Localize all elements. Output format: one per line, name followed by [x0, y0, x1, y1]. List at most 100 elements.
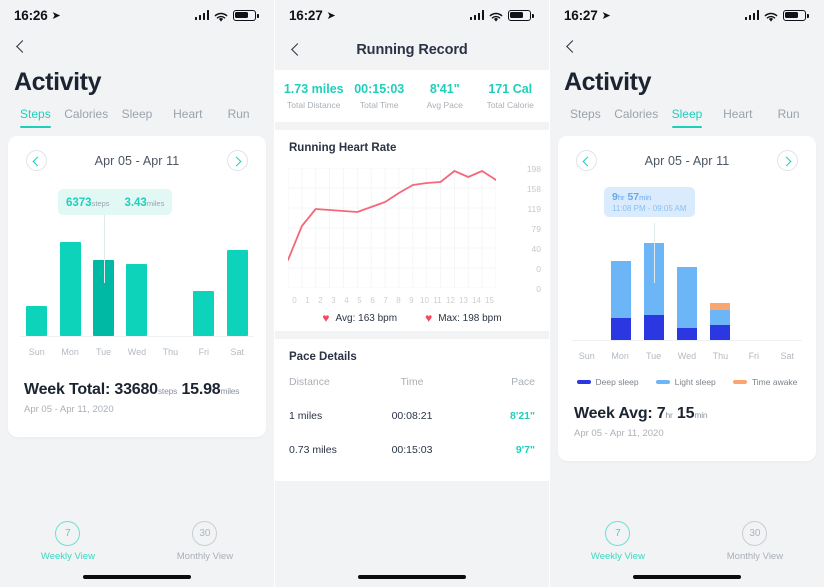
heart-rate-title: Running Heart Rate [289, 142, 397, 154]
steps-x-axis: Sun Mon Tue Wed Thu Fri Sat [20, 347, 254, 357]
stat-total-calorie-value: 171 Cal [488, 82, 533, 96]
steps-card: Apr 05 - Apr 11 6373steps 3.43miles Sun … [8, 136, 266, 437]
bar-column-mon[interactable] [605, 241, 638, 340]
y-tick-40: 40 [531, 244, 541, 254]
y-tick-0b: 0 [536, 284, 541, 294]
sleep-chart: 9hr 57min 11:08 PM - 09:05 AM Sun Mon Tu… [558, 175, 816, 371]
chevron-right-icon[interactable] [777, 150, 798, 171]
week-avg-prefix: Week Avg: [574, 405, 653, 422]
tooltip-miles-unit: miles [146, 199, 165, 208]
x-tick-3: 3 [331, 296, 336, 305]
phone-screen-steps: 16:26 ➤ Activity Steps Calories Sleep He… [0, 0, 275, 587]
monthly-view-button[interactable]: 30 Monthly View [727, 521, 783, 562]
heart-icon: ♥ [322, 311, 330, 325]
stat-total-time: 00:15:03 Total Time [347, 82, 413, 110]
weekly-view-button[interactable]: 7 Weekly View [41, 521, 95, 562]
week-selector: Apr 05 - Apr 11 [558, 136, 816, 175]
row-pace: 9'7" [515, 444, 535, 456]
sleep-legend: Deep sleep Light sleep Time awake [558, 371, 816, 399]
week-selector: Apr 05 - Apr 11 [8, 136, 266, 175]
bar-column-sat[interactable] [769, 241, 802, 340]
sleep-x-axis: Sun Mon Tue Wed Thu Fri Sat [570, 351, 804, 361]
monthly-view-button[interactable]: 30 Monthly View [177, 521, 233, 562]
heart-rate-line [288, 170, 496, 261]
back-chevron-icon[interactable] [564, 39, 580, 55]
nav-row: Running Record [275, 30, 549, 70]
tab-heart[interactable]: Heart [712, 107, 763, 128]
x-tick-4: 4 [344, 296, 349, 305]
seg-deep-thu [709, 325, 730, 340]
seg-light-wed [677, 266, 697, 329]
cellular-signal-icon [194, 10, 209, 20]
tab-run[interactable]: Run [763, 107, 814, 128]
status-time: 16:27 [289, 7, 323, 23]
bar-column-mon[interactable] [53, 235, 86, 336]
x-label-sat: Sat [230, 347, 244, 357]
bar-column-sat[interactable] [221, 235, 254, 336]
tab-heart[interactable]: Heart [162, 107, 213, 128]
seg-deep-wed [677, 328, 697, 340]
chevron-right-icon[interactable] [227, 150, 248, 171]
heart-rate-plot [288, 168, 496, 288]
week-range-label: Apr 05 - Apr 11 [644, 153, 730, 168]
bar-column-sun[interactable] [572, 241, 605, 340]
bar-column-thu[interactable] [154, 235, 187, 336]
pace-col-time: Time [400, 376, 424, 388]
phone-screen-sleep: 16:27 ➤ Activity Steps Calories Sleep He… [550, 0, 824, 587]
seg-deep-mon [611, 318, 632, 340]
bar-column-thu[interactable] [703, 241, 736, 340]
week-total-prefix: Week Total: [24, 381, 111, 398]
x-tick-14: 14 [472, 296, 481, 305]
wifi-icon [214, 10, 228, 22]
tab-steps[interactable]: Steps [560, 107, 611, 128]
tab-calories[interactable]: Calories [61, 107, 112, 128]
row-pace: 8'21" [510, 410, 535, 422]
sleep-tooltip-minutes: 57 [627, 191, 640, 203]
x-label-fri: Fri [748, 351, 760, 361]
nav-title: Running Record [356, 42, 468, 58]
stack-wed [677, 241, 697, 340]
y-tick-198: 198 [526, 164, 541, 174]
weekly-view-label: Weekly View [590, 551, 645, 562]
sleep-tooltip-duration: 9hr 57min [612, 191, 687, 203]
tab-sleep[interactable]: Sleep [112, 107, 163, 128]
y-tick-79: 79 [531, 224, 541, 234]
stack-mon [611, 241, 632, 340]
tab-steps[interactable]: Steps [10, 107, 61, 128]
bar-column-sun[interactable] [20, 235, 53, 336]
bar-sat [226, 250, 248, 336]
x-tick-13: 13 [459, 296, 468, 305]
stat-total-time-label: Total Time [359, 100, 399, 110]
weekly-view-button[interactable]: 7 Weekly View [591, 521, 645, 562]
row-time: 00:15:03 [391, 444, 433, 456]
week-avg-minutes: 15 [676, 405, 695, 422]
location-arrow-icon: ➤ [51, 9, 61, 22]
row-time: 00:08:21 [391, 410, 433, 422]
bar-column-wed[interactable] [120, 235, 153, 336]
stat-avg-pace-label: Avg Pace [426, 100, 463, 110]
week-total-steps: 33680 [114, 381, 158, 398]
weekly-view-label: Weekly View [40, 551, 95, 562]
tab-run[interactable]: Run [213, 107, 264, 128]
back-chevron-icon[interactable] [14, 39, 30, 55]
pace-col-distance: Distance [289, 376, 330, 388]
legend-max-bpm-text: Max: 198 bpm [438, 312, 502, 324]
bar-column-fri[interactable] [736, 241, 769, 340]
section-gap [275, 122, 549, 130]
chevron-left-icon[interactable] [576, 150, 597, 171]
bar-column-wed[interactable] [671, 241, 704, 340]
week-total-miles: 15.98 [181, 381, 221, 398]
bar-column-fri[interactable] [187, 235, 220, 336]
chevron-left-icon[interactable] [26, 150, 47, 171]
stack-thu [709, 241, 730, 340]
status-bar-left: 16:26 ➤ [14, 8, 61, 23]
week-total-steps-unit: steps [157, 386, 178, 396]
tab-calories[interactable]: Calories [611, 107, 662, 128]
x-label-tue: Tue [95, 347, 112, 357]
status-time: 16:26 [14, 7, 48, 23]
stack-sat [776, 241, 796, 340]
heart-rate-x-axis: 0 1 2 3 4 5 6 7 8 9 10 11 12 13 14 15 [288, 296, 496, 305]
week-avg-daterange: Apr 05 - Apr 11, 2020 [574, 428, 664, 439]
tab-sleep[interactable]: Sleep [662, 107, 713, 128]
legend-light-sleep: Light sleep [655, 377, 716, 387]
